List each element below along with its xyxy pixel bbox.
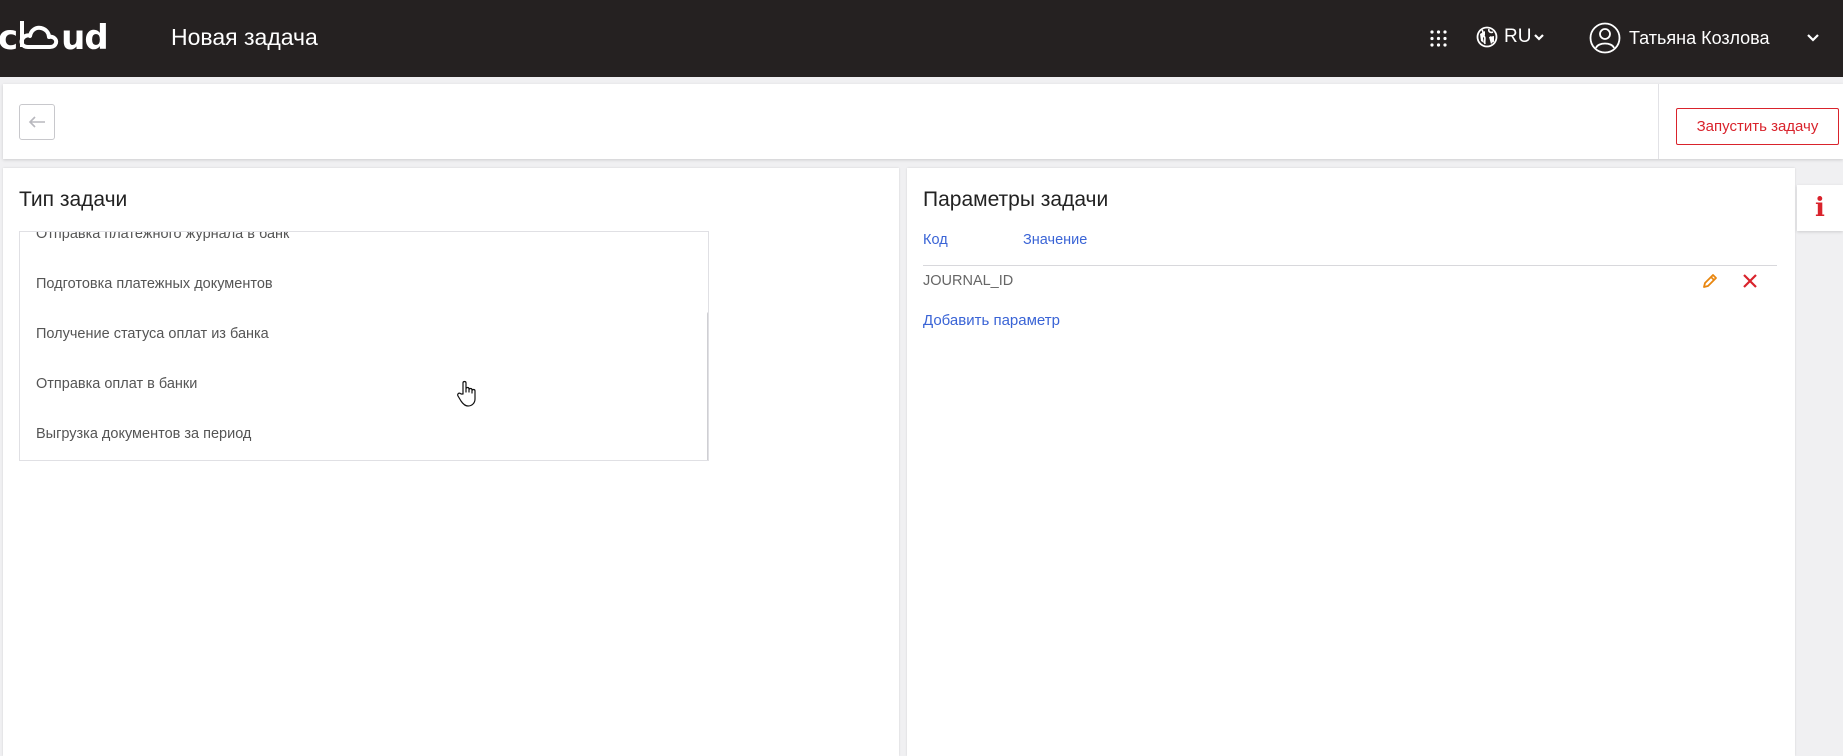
arrow-left-icon [28,116,45,128]
task-type-panel: Тип задачи Отправка платежного журнала в… [3,168,899,756]
language-label: RU [1504,26,1532,47]
logo-text-right: ud [61,18,109,58]
top-bar: c ud Новая задача RU Татьяна Козлова [0,0,1843,77]
column-header-code[interactable]: Код [923,232,948,248]
user-name: Татьяна Козлова [1629,27,1770,48]
table-divider [923,265,1777,266]
apps-grid-icon[interactable] [1430,30,1447,47]
toolbar-divider [1658,84,1659,159]
user-menu[interactable]: Татьяна Козлова [1589,22,1770,54]
chevron-down-icon [1534,34,1545,41]
user-circle-icon [1589,22,1621,54]
chevron-down-icon[interactable] [1806,31,1820,45]
globe-icon [1476,26,1498,48]
run-task-button[interactable]: Запустить задачу [1676,108,1839,145]
back-button[interactable] [19,104,55,140]
close-icon[interactable] [1741,272,1759,290]
cloud-logo-icon [19,21,59,49]
list-item[interactable]: Получение статуса оплат из банка [36,326,269,342]
task-type-title: Тип задачи [19,188,128,211]
pencil-icon[interactable] [1701,272,1719,290]
toolbar: Запустить задачу [3,84,1843,159]
scrollbar[interactable] [707,312,708,460]
page-title: Новая задача [171,24,318,50]
logo[interactable]: c ud [0,18,109,58]
list-item[interactable]: Отправка платежного журнала в банк [36,232,289,242]
column-header-value[interactable]: Значение [1023,232,1087,248]
task-params-panel: Параметры задачи Код Значение JOURNAL_ID… [907,168,1795,756]
param-code-cell: JOURNAL_ID [923,273,1014,289]
list-item[interactable]: Выгрузка документов за период [36,426,251,442]
language-selector[interactable]: RU [1476,26,1545,48]
hand-pointer-cursor-icon [457,380,476,407]
info-tab[interactable]: i [1797,185,1843,231]
logo-text-left: c [0,18,18,58]
add-parameter-link[interactable]: Добавить параметр [923,312,1060,329]
list-item[interactable]: Отправка оплат в банки [36,376,197,392]
task-params-title: Параметры задачи [923,188,1109,211]
list-item[interactable]: Подготовка платежных документов [36,276,273,292]
task-type-list[interactable]: Отправка платежного журнала в банк Подго… [19,231,709,461]
info-icon: i [1815,193,1825,223]
